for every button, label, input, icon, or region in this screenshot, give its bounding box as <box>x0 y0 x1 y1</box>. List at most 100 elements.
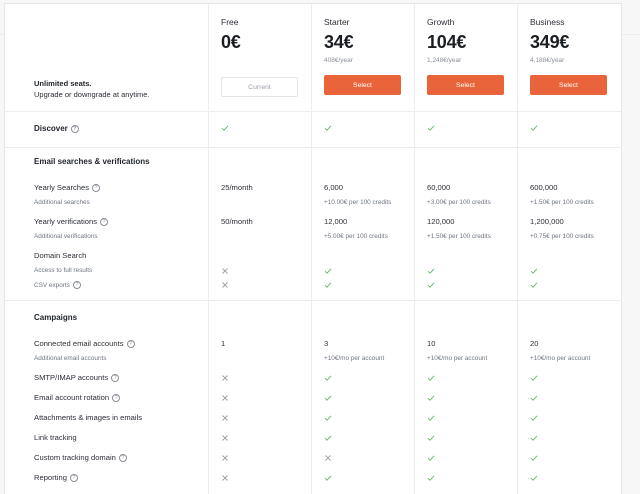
plan-name-starter: Starter <box>324 17 350 27</box>
section-campaigns: Campaigns <box>34 313 78 322</box>
price-extra-verif-growth: +1.50€ per 100 credits <box>427 233 491 240</box>
check-icon <box>427 282 435 288</box>
value-searches-starter: 6,000 <box>324 183 344 192</box>
check-icon <box>530 395 538 401</box>
cross-icon <box>222 415 228 421</box>
check-icon <box>427 395 435 401</box>
feature-yearly-verifications: Yearly verifications? <box>34 217 109 226</box>
info-icon[interactable]: ? <box>69 474 78 482</box>
feature-yearly-searches: Yearly Searches? <box>34 183 101 192</box>
column-divider <box>414 4 415 494</box>
feature-additional-searches: Additional searches <box>34 199 90 206</box>
column-divider <box>311 4 312 494</box>
feature-additional-verifications: Additional verifications <box>34 233 98 240</box>
value-accounts-growth: 10 <box>427 339 436 348</box>
price-extra-verif-starter: +5.00€ per 100 credits <box>324 233 388 240</box>
check-icon <box>530 125 538 131</box>
check-icon <box>324 268 332 274</box>
column-divider <box>208 4 209 494</box>
price-extra-verif-business: +0.75€ per 100 credits <box>530 233 594 240</box>
plan-yearly-starter: 408€/year <box>324 57 353 64</box>
row-divider <box>5 111 621 112</box>
cross-icon <box>222 455 228 461</box>
check-icon <box>427 125 435 131</box>
value-verif-growth: 120,000 <box>427 217 455 226</box>
check-icon <box>530 435 538 441</box>
info-icon[interactable]: ? <box>111 374 120 382</box>
value-searches-free: 25/month <box>221 183 253 192</box>
feature-access-full-results: Access to full results <box>34 267 93 274</box>
info-icon[interactable]: ? <box>112 394 121 402</box>
feature-account-rotation: Email account rotation? <box>34 393 121 402</box>
feature-reporting: Reporting? <box>34 473 78 482</box>
cross-icon <box>222 375 228 381</box>
section-discover: Discover? <box>34 124 79 133</box>
plan-price-business: 349€ <box>530 32 570 52</box>
info-icon[interactable]: ? <box>92 184 101 192</box>
check-icon <box>530 282 538 288</box>
cross-icon <box>222 475 228 481</box>
value-accounts-business: 20 <box>530 339 539 348</box>
select-business-button[interactable]: Select <box>530 75 607 95</box>
check-icon <box>324 125 332 131</box>
check-icon <box>530 475 538 481</box>
info-icon[interactable]: ? <box>72 281 81 289</box>
check-icon <box>324 375 332 381</box>
price-extra-searches-growth: +3.00€ per 100 credits <box>427 199 491 206</box>
feature-domain-search: Domain Search <box>34 251 87 260</box>
check-icon <box>427 435 435 441</box>
feature-custom-tracking-domain: Custom tracking domain? <box>34 453 127 462</box>
info-icon[interactable]: ? <box>70 125 79 133</box>
feature-link-tracking: Link tracking <box>34 433 77 442</box>
cross-icon <box>222 435 228 441</box>
check-icon <box>427 455 435 461</box>
value-accounts-starter: 3 <box>324 339 329 348</box>
check-icon <box>324 395 332 401</box>
intro-title: Unlimited seats. <box>34 79 92 88</box>
check-icon <box>530 268 538 274</box>
plan-name-free: Free <box>221 17 239 27</box>
plan-name-business: Business <box>530 17 565 27</box>
column-divider <box>517 4 518 494</box>
price-extra-account-starter: +10€/mo per account <box>324 355 385 362</box>
price-extra-searches-starter: +10.00€ per 100 credits <box>324 199 392 206</box>
check-icon <box>530 415 538 421</box>
current-plan-button[interactable]: Current <box>221 77 298 97</box>
check-icon <box>324 435 332 441</box>
pricing-table: Unlimited seats. Upgrade or downgrade at… <box>4 3 622 494</box>
select-starter-button[interactable]: Select <box>324 75 401 95</box>
row-divider <box>5 147 621 148</box>
value-verif-starter: 12,000 <box>324 217 348 226</box>
cross-icon <box>222 268 228 274</box>
value-searches-business: 600,000 <box>530 183 558 192</box>
check-icon <box>530 455 538 461</box>
value-verif-business: 1,200,000 <box>530 217 564 226</box>
feature-smtp-imap: SMTP/IMAP accounts? <box>34 373 120 382</box>
feature-attachments: Attachments & images in emails <box>34 413 143 422</box>
info-icon[interactable]: ? <box>126 340 135 348</box>
info-icon[interactable]: ? <box>100 218 109 226</box>
row-divider <box>5 300 621 301</box>
check-icon <box>427 415 435 421</box>
info-icon[interactable]: ? <box>118 454 127 462</box>
price-extra-searches-business: +1.50€ per 100 credits <box>530 199 594 206</box>
feature-csv-exports: CSV exports? <box>34 281 81 289</box>
select-growth-button[interactable]: Select <box>427 75 504 95</box>
feature-connected-accounts: Connected email accounts? <box>34 339 135 348</box>
check-icon <box>221 125 229 131</box>
plan-name-growth: Growth <box>427 17 455 27</box>
plan-price-growth: 104€ <box>427 32 467 52</box>
value-searches-growth: 60,000 <box>427 183 451 192</box>
check-icon <box>324 475 332 481</box>
check-icon <box>324 282 332 288</box>
cross-icon <box>222 395 228 401</box>
check-icon <box>427 475 435 481</box>
check-icon <box>427 375 435 381</box>
check-icon <box>324 415 332 421</box>
plan-yearly-growth: 1,248€/year <box>427 57 462 64</box>
section-email-searches: Email searches & verifications <box>34 157 150 166</box>
plan-price-starter: 34€ <box>324 32 354 52</box>
intro-subtitle: Upgrade or downgrade at anytime. <box>34 90 150 99</box>
cross-icon <box>222 282 228 288</box>
check-icon <box>427 268 435 274</box>
